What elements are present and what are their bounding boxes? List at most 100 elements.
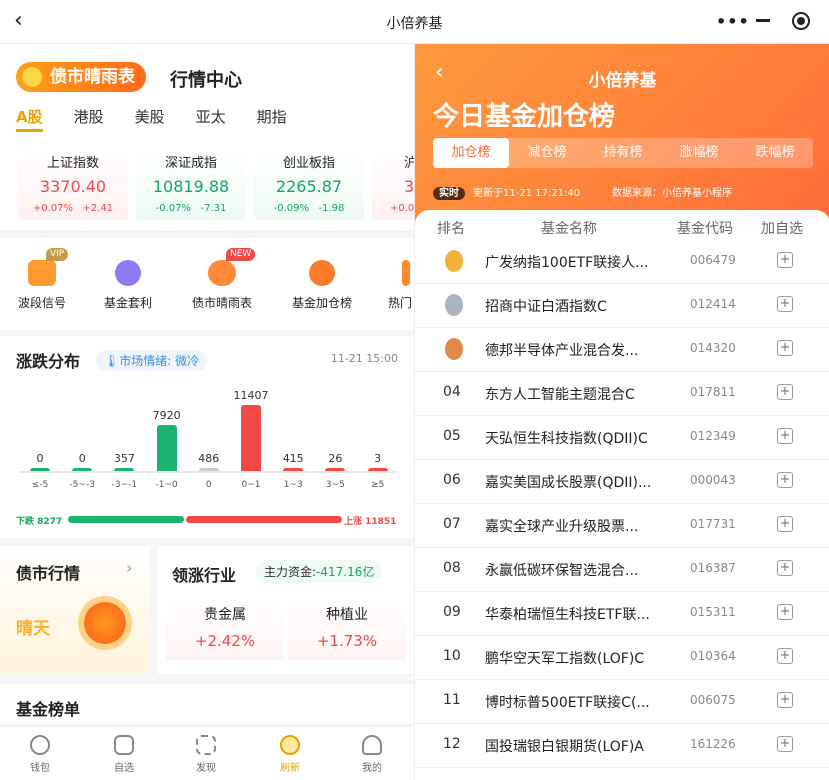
fund-row[interactable]: 10 鹏华空天军工指数(LOF)C 010364 + <box>415 636 829 680</box>
header-name: 基金名称 <box>541 221 597 237</box>
cloud-sun-icon: NEW <box>208 248 256 286</box>
rank-number: 11 <box>443 692 461 708</box>
tab-reduce-rank[interactable]: 减仓榜 <box>509 138 585 168</box>
bar-value-label: 26 <box>328 452 343 465</box>
index-card-cyb[interactable]: 创业板指 2265.87 -0.09% -1.98 <box>254 148 364 220</box>
add-watchlist-icon[interactable]: + <box>777 604 793 620</box>
fund-code: 014320 <box>690 341 736 355</box>
tab-fall-rank[interactable]: 跌幅榜 <box>737 138 813 168</box>
tab-wallet[interactable]: 钱包 <box>10 735 70 774</box>
tab-us[interactable]: 美股 <box>135 106 165 132</box>
bar-category-label: 0~1 <box>241 480 261 490</box>
fund-row[interactable]: 04 东方人工智能主题混合C 017811 + <box>415 372 829 416</box>
close-target-icon[interactable] <box>792 12 810 30</box>
tab-hold-rank[interactable]: 持有榜 <box>585 138 661 168</box>
fund-code: 006075 <box>690 693 736 707</box>
index-card-partial[interactable]: 沪 39 +0.09 <box>372 148 414 220</box>
top-nav-bar: ‹ 小倍养基 ••• <box>0 0 829 44</box>
add-watchlist-icon[interactable]: + <box>777 692 793 708</box>
bar-value-label: 7920 <box>152 409 181 423</box>
update-info: 实时 更新于11-21 17:21:40 数据来源：小倍养基小程序 <box>433 184 732 200</box>
fund-name: 永赢低碳环保智选混合... <box>485 563 639 579</box>
fund-row[interactable]: 广发纳指100ETF联接人... 006479 + <box>415 240 829 284</box>
bar-chart-icon <box>309 260 335 286</box>
up-bar <box>186 516 342 523</box>
leading-industry-card: 领涨行业 主力资金:-417.16亿 贵金属 +2.42% 种植业 +1.73% <box>158 546 414 674</box>
add-watchlist-icon[interactable]: + <box>777 648 793 664</box>
fund-name: 东方人工智能主题混合C <box>485 387 635 403</box>
fund-row[interactable]: 08 永赢低碳环保智选混合... 016387 + <box>415 548 829 592</box>
fund-row[interactable]: 09 华泰柏瑞恒生科技ETF联... 015311 + <box>415 592 829 636</box>
index-card-sz[interactable]: 深证成指 10819.88 -0.07% -7.31 <box>136 148 246 220</box>
distribution-time: 11-21 15:00 <box>330 352 398 365</box>
fund-code: 012414 <box>690 297 736 311</box>
add-watchlist-icon[interactable]: + <box>777 736 793 752</box>
fund-row[interactable]: 12 国投瑞银白银期货(LOF)A 161226 + <box>415 724 829 768</box>
fund-code: 161226 <box>690 737 736 751</box>
fund-row[interactable]: 05 天弘恒生科技指数(QDII)C 012349 + <box>415 416 829 460</box>
bar-category-label: 0 <box>205 480 212 490</box>
market-tabs: A股 港股 美股 亚太 期指 <box>16 106 287 132</box>
quick-fund-add-rank[interactable]: 基金加仓榜 <box>282 256 362 311</box>
fund-row[interactable]: 招商中证白酒指数C 012414 + <box>415 284 829 328</box>
bond-market-card[interactable]: 债市行情 › 晴天 <box>0 546 150 674</box>
fund-row[interactable]: 06 嘉实美国成长股票(QDII)... 000043 + <box>415 460 829 504</box>
tab-profile[interactable]: 我的 <box>342 735 402 774</box>
add-watchlist-icon[interactable]: + <box>777 516 793 532</box>
add-watchlist-icon[interactable]: + <box>777 428 793 444</box>
rise-fall-distribution: 涨跌分布 🌡市场情绪: 微冷 11-21 15:00 0 ≤-5 0 -5~-3 357… <box>0 336 414 538</box>
medal-icon <box>445 250 463 272</box>
fund-add-rank-panel: ‹ 小倍养基 今日基金加仓榜 加仓榜 减仓榜 持有榜 涨幅榜 跌幅榜 实时 更新于… <box>414 44 829 780</box>
fund-row[interactable]: 07 嘉实全球产业升级股票... 017731 + <box>415 504 829 548</box>
add-watchlist-icon[interactable]: + <box>777 384 793 400</box>
industry-item[interactable]: 种植业 +1.73% <box>288 596 406 660</box>
tab-asia[interactable]: 亚太 <box>196 106 226 132</box>
header-rank: 排名 <box>437 221 465 237</box>
tab-a-share[interactable]: A股 <box>16 106 43 132</box>
add-watchlist-icon[interactable]: + <box>777 472 793 488</box>
index-card-sh[interactable]: 上证指数 3370.40 +0.07% +2.41 <box>18 148 128 220</box>
tab-discover[interactable]: 发现 <box>176 735 236 774</box>
header-add: 加自选 <box>761 221 803 237</box>
rank-number: 05 <box>443 428 461 444</box>
bar-value-label: 357 <box>113 452 135 465</box>
add-watchlist-icon[interactable]: + <box>777 252 793 268</box>
fund-name: 嘉实美国成长股票(QDII)... <box>485 475 652 491</box>
tab-watchlist[interactable]: 自选 <box>94 735 154 774</box>
more-icon[interactable]: ••• <box>716 12 750 31</box>
tab-add-rank[interactable]: 加仓榜 <box>433 138 509 168</box>
hot-icon <box>402 260 410 286</box>
arbitrage-icon <box>115 260 141 286</box>
bar-category-label: ≥5 <box>370 480 385 490</box>
star-icon <box>114 735 134 755</box>
fund-code: 000043 <box>690 473 736 487</box>
bar-value-label: 11407 <box>233 389 269 402</box>
add-watchlist-icon[interactable]: + <box>777 296 793 312</box>
fund-row[interactable]: 11 博时标普500ETF联接C(... 006075 + <box>415 680 829 724</box>
tab-hk[interactable]: 港股 <box>74 106 104 132</box>
fund-code: 010364 <box>690 649 736 663</box>
fund-row[interactable]: 德邦半导体产业混合发... 014320 + <box>415 328 829 372</box>
add-watchlist-icon[interactable]: + <box>777 340 793 356</box>
add-watchlist-icon[interactable]: + <box>777 560 793 576</box>
fund-rank-section: 基金榜单 <box>0 684 414 724</box>
tab-futures[interactable]: 期指 <box>257 106 287 132</box>
quick-bond-weather[interactable]: NEW 债市晴雨表 <box>182 248 262 311</box>
tab-rise-rank[interactable]: 涨幅榜 <box>661 138 737 168</box>
user-icon <box>362 735 382 755</box>
discover-icon <box>196 735 216 755</box>
bar-value-label: 3 <box>374 452 382 465</box>
minimize-icon[interactable] <box>756 19 770 22</box>
industry-item[interactable]: 贵金属 +2.42% <box>166 596 284 660</box>
bottom-tab-bar: 钱包 自选 发现 刷新 我的 <box>0 726 414 780</box>
quick-hot[interactable]: 热门 <box>372 256 414 311</box>
chevron-right-icon: › <box>126 558 133 577</box>
distribution-bar <box>241 405 261 471</box>
bar-value-label: 415 <box>282 452 304 465</box>
quick-wave-signal[interactable]: VIP 波段信号 <box>2 248 82 311</box>
sun-icon <box>84 602 126 644</box>
quick-fund-arbitrage[interactable]: 基金套利 <box>88 256 168 311</box>
bond-weather-logo[interactable]: 债市晴雨表 <box>16 62 146 92</box>
tab-refresh[interactable]: 刷新 <box>260 735 320 774</box>
fund-name: 鹏华空天军工指数(LOF)C <box>485 651 645 667</box>
